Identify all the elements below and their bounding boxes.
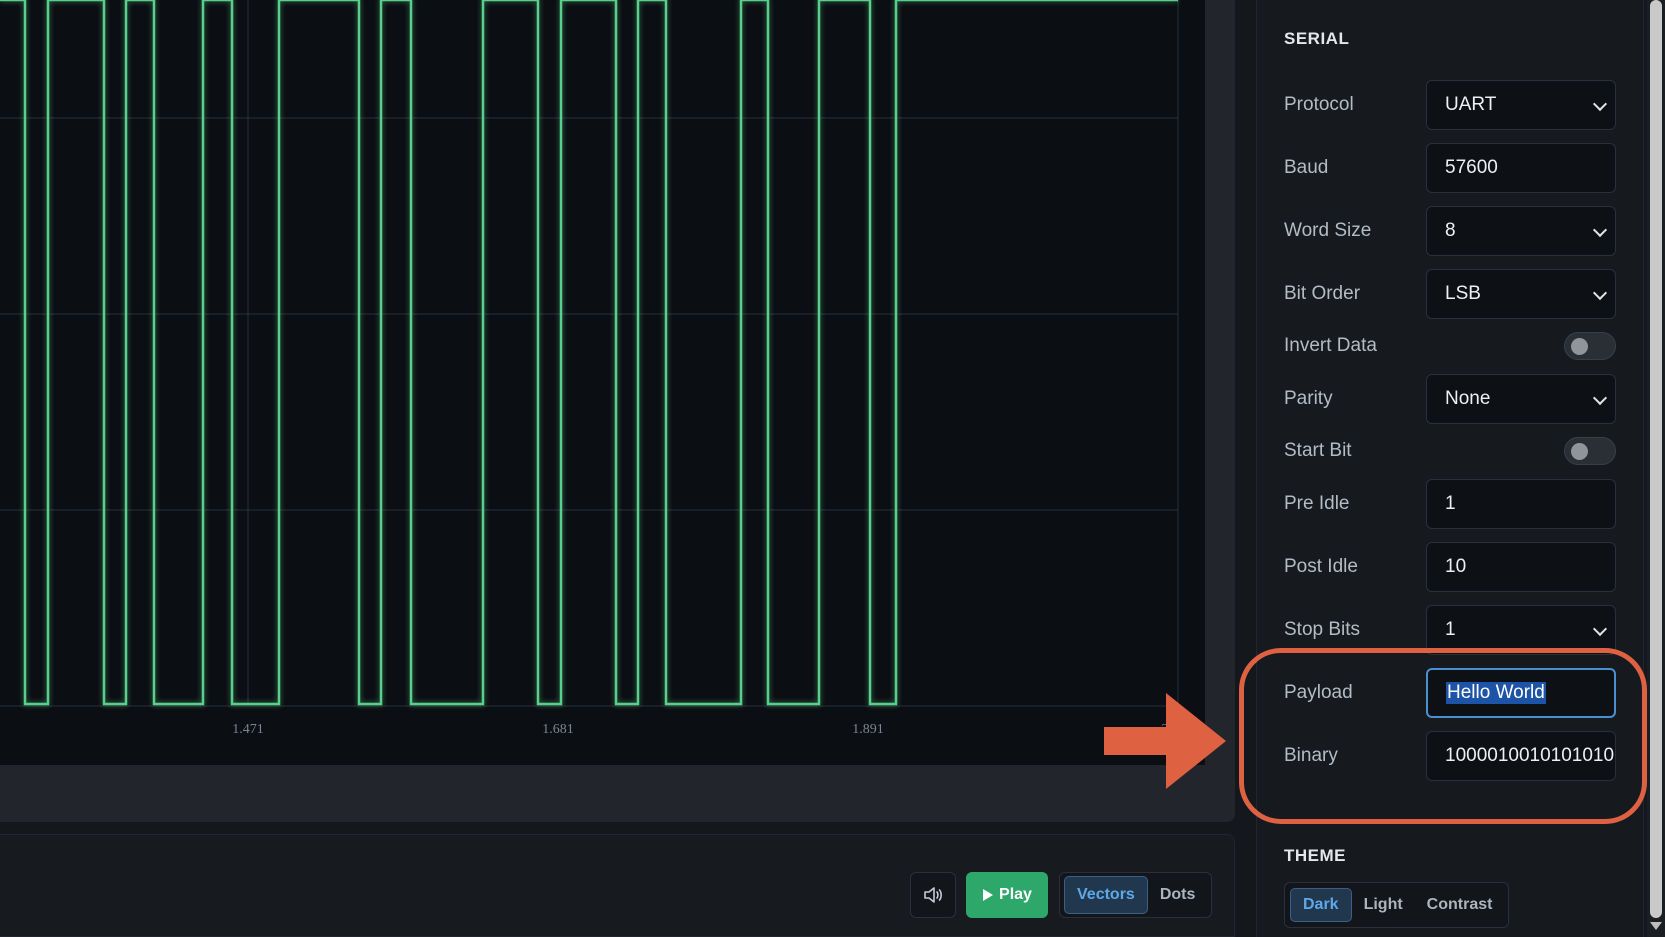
theme-contrast-button[interactable]: Contrast (1415, 888, 1505, 922)
protocol-value: UART (1445, 94, 1497, 115)
signal-trace (0, 0, 1178, 706)
baud-label: Baud (1284, 157, 1329, 178)
start-bit-toggle[interactable] (1564, 437, 1616, 465)
word-size-label: Word Size (1284, 220, 1372, 241)
bottom-toolbar (0, 834, 1235, 937)
parity-select[interactable]: None (1426, 374, 1616, 424)
post-idle-value: 10 (1445, 556, 1467, 577)
baud-value: 57600 (1445, 157, 1498, 178)
render-mode-toggle: Vectors Dots (1059, 872, 1212, 918)
annotation-arrow-icon (1104, 693, 1226, 789)
play-triangle-icon (983, 889, 994, 901)
waveform-svg: 1.471 1.681 1.891 2 (0, 0, 1179, 737)
mode-dots-button[interactable]: Dots (1148, 876, 1208, 914)
parity-value: None (1445, 388, 1491, 409)
invert-data-label: Invert Data (1284, 335, 1377, 356)
theme-dark-button[interactable]: Dark (1290, 888, 1352, 922)
chevron-down-icon (1592, 96, 1608, 112)
chevron-down-icon (1592, 222, 1608, 238)
theme-light-button[interactable]: Light (1352, 888, 1415, 922)
x-tick-label: 1.681 (542, 722, 574, 737)
bit-order-value: LSB (1445, 283, 1481, 304)
chevron-down-icon (1592, 285, 1608, 301)
toggle-knob (1571, 338, 1588, 355)
chevron-down-icon (1592, 390, 1608, 406)
baud-input[interactable]: 57600 (1426, 143, 1616, 193)
protocol-select[interactable]: UART (1426, 80, 1616, 130)
bit-order-label: Bit Order (1284, 283, 1361, 304)
play-button-label: Play (999, 886, 1032, 903)
mode-vectors-button[interactable]: Vectors (1064, 876, 1148, 914)
speaker-icon (924, 887, 942, 903)
protocol-label: Protocol (1284, 94, 1354, 115)
scroll-down-arrow-icon[interactable] (1650, 922, 1662, 930)
start-bit-label: Start Bit (1284, 440, 1352, 461)
toggle-knob (1571, 443, 1588, 460)
serial-section-title: SERIAL (1284, 29, 1350, 48)
chevron-down-icon (1592, 621, 1608, 637)
annotation-highlight (1239, 648, 1647, 824)
sound-toggle-button[interactable] (910, 872, 956, 918)
scope-container: 1.471 1.681 1.891 2 (0, 0, 1235, 822)
bit-order-select[interactable]: LSB (1426, 269, 1616, 319)
pre-idle-value: 1 (1445, 493, 1456, 514)
post-idle-label: Post Idle (1284, 556, 1358, 577)
grid (0, 0, 1179, 707)
word-size-select[interactable]: 8 (1426, 206, 1616, 256)
stop-bits-label: Stop Bits (1284, 619, 1361, 640)
invert-data-toggle[interactable] (1564, 332, 1616, 360)
pre-idle-label: Pre Idle (1284, 493, 1350, 514)
theme-toggle: Dark Light Contrast (1284, 882, 1509, 928)
parity-label: Parity (1284, 388, 1333, 409)
waveform-plot[interactable]: 1.471 1.681 1.891 2 (0, 0, 1205, 765)
post-idle-input[interactable]: 10 (1426, 542, 1616, 592)
play-button[interactable]: Play (966, 872, 1048, 918)
x-tick-label: 1.471 (232, 722, 264, 737)
stop-bits-value: 1 (1445, 619, 1456, 640)
theme-section-title: THEME (1284, 846, 1346, 865)
scrollbar-thumb[interactable] (1650, 0, 1662, 918)
pre-idle-input[interactable]: 1 (1426, 479, 1616, 529)
x-tick-label: 1.891 (852, 722, 884, 737)
word-size-value: 8 (1445, 220, 1456, 241)
